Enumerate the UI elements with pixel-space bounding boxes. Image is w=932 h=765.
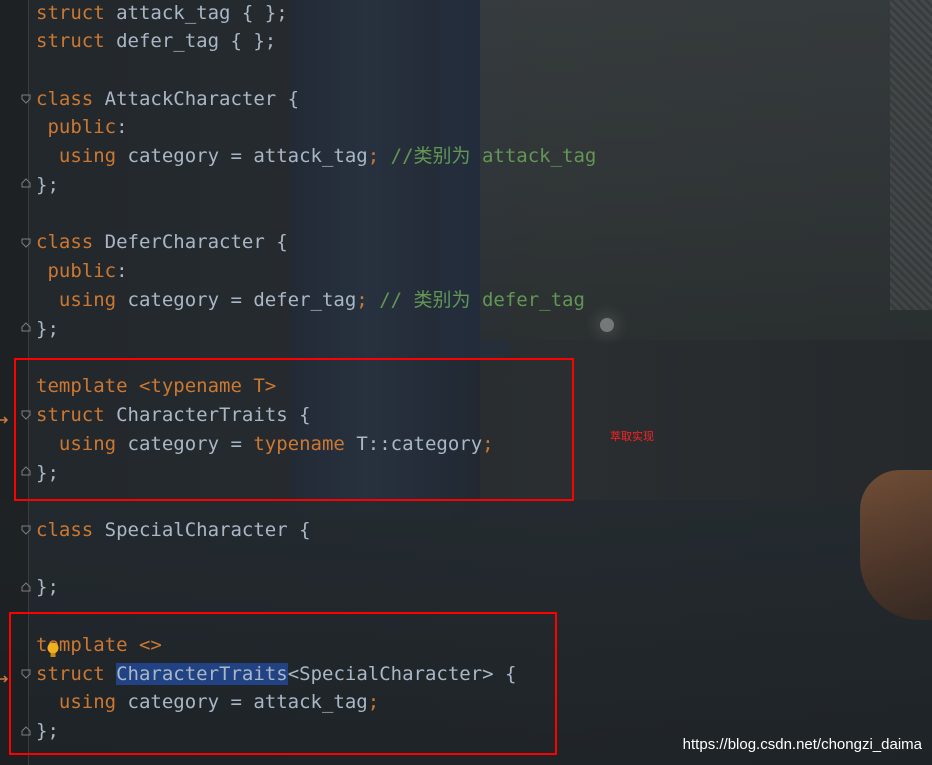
highlight-box-primary-template xyxy=(14,358,574,501)
code-line-15: class SpecialCharacter { xyxy=(36,519,311,541)
fold-open-icon[interactable] xyxy=(21,525,31,535)
code-line-1: struct attack_tag { }; xyxy=(36,2,288,24)
code-line-5: using category = attack_tag; //类别为 attac… xyxy=(36,145,597,167)
code-line-3: class AttackCharacter { xyxy=(36,88,300,110)
fold-close-icon[interactable] xyxy=(21,322,31,332)
annotation-text: 萃取实现 xyxy=(610,430,654,443)
highlight-box-specialization xyxy=(9,612,557,755)
fold-close-icon[interactable] xyxy=(21,178,31,188)
code-line-6: }; xyxy=(36,174,59,196)
watermark: https://blog.csdn.net/chongzi_daima xyxy=(682,736,922,753)
code-line-9: using category = defer_tag; // 类别为 defer… xyxy=(36,289,585,311)
code-line-2: struct defer_tag { }; xyxy=(36,30,277,52)
fold-open-icon[interactable] xyxy=(21,94,31,104)
code-line-7: class DeferCharacter { xyxy=(36,231,288,253)
code-line-10: }; xyxy=(36,318,59,340)
code-line-8: public: xyxy=(36,260,128,282)
fold-open-icon[interactable] xyxy=(21,238,31,248)
code-line-16: }; xyxy=(36,576,59,598)
fold-close-icon[interactable] xyxy=(21,582,31,592)
code-line-4: public: xyxy=(36,116,128,138)
implemented-marker-icon[interactable] xyxy=(0,410,10,424)
